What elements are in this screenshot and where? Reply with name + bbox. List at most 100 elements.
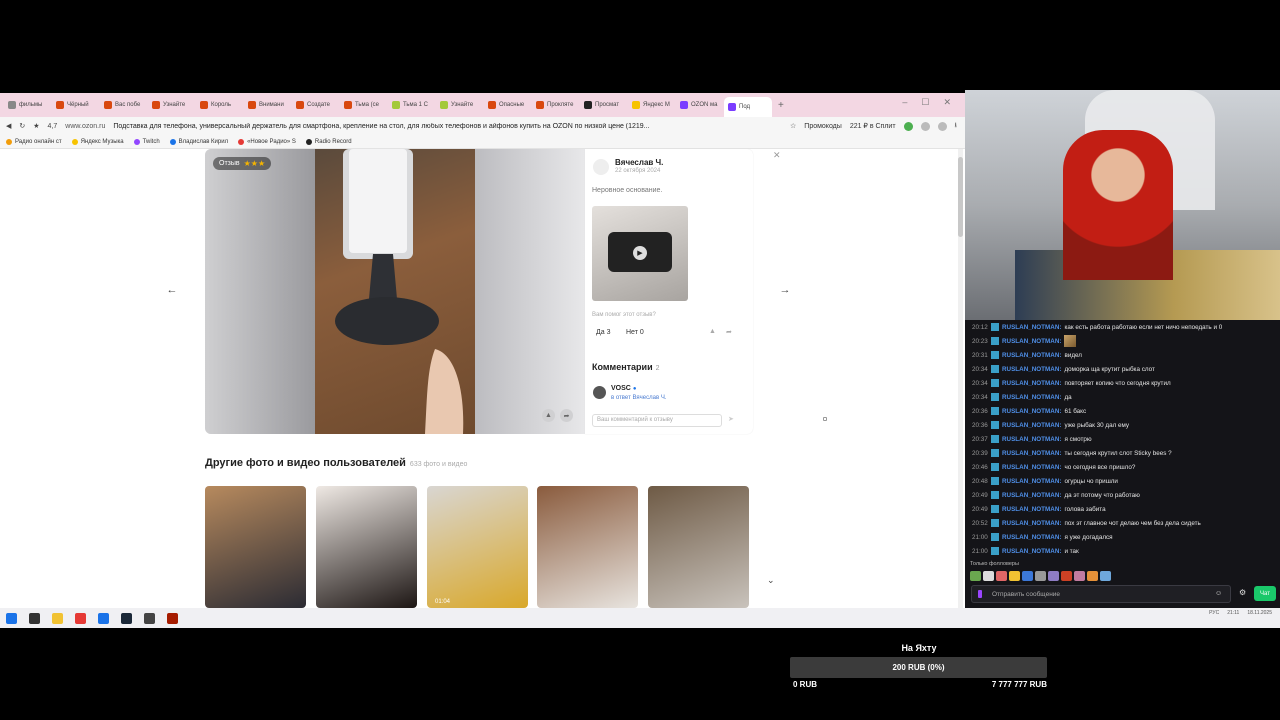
browser-tab[interactable]: Внимани	[244, 96, 292, 114]
browser-tab[interactable]: Создате	[292, 96, 340, 114]
comment-reply-to[interactable]: в ответ Вячеслав Ч.	[611, 395, 667, 401]
emote-icon[interactable]	[996, 571, 1007, 581]
profile-icon[interactable]	[937, 121, 947, 131]
browser-tab[interactable]: Узнайте	[436, 96, 484, 114]
scrollbar-thumb[interactable]	[958, 157, 963, 237]
chat-username[interactable]: RUSLAN_NOTMAN:	[1002, 506, 1061, 513]
gallery-thumbnail[interactable]	[648, 486, 749, 608]
chat-username[interactable]: RUSLAN_NOTMAN:	[1002, 380, 1061, 387]
chat-username[interactable]: RUSLAN_NOTMAN:	[1002, 436, 1061, 443]
thumb-icon[interactable]: ▲	[709, 328, 716, 336]
tray-date[interactable]: 18.11.2025	[1247, 610, 1272, 616]
close-icon[interactable]: ✕	[773, 150, 781, 161]
like-icon[interactable]: ▲	[542, 409, 555, 422]
bookmark-star-icon[interactable]: ☆	[790, 122, 796, 130]
emote-icon[interactable]	[1035, 571, 1046, 581]
chat-username[interactable]: RUSLAN_NOTMAN:	[1002, 492, 1061, 499]
close-window-icon[interactable]: ✕	[943, 97, 951, 108]
chat-username[interactable]: RUSLAN_NOTMAN:	[1002, 478, 1061, 485]
back-icon[interactable]: ◀	[6, 122, 11, 130]
vote-no-button[interactable]: Нет 0	[626, 329, 644, 336]
chat-username[interactable]: RUSLAN_NOTMAN:	[1002, 548, 1061, 555]
promo-button[interactable]: Промокоды	[804, 123, 842, 130]
chat-input[interactable]: Отправить сообщение	[971, 585, 1231, 603]
tray-time[interactable]: 21:11	[1227, 610, 1239, 616]
obs-icon[interactable]	[144, 612, 155, 624]
browser-tab[interactable]: Чёрный	[52, 96, 100, 114]
tray-lang[interactable]: РУС	[1209, 610, 1219, 616]
review-media-viewer[interactable]: Отзыв ★★★ ▲ ➦	[205, 149, 585, 434]
next-arrow-icon[interactable]: →	[775, 280, 795, 300]
folder-icon[interactable]	[52, 612, 63, 624]
emote-icon[interactable]	[970, 571, 981, 581]
browser-tab[interactable]: Узнайте	[148, 96, 196, 114]
chat-username[interactable]: RUSLAN_NOTMAN:	[1002, 324, 1061, 331]
emote-icon[interactable]	[1048, 571, 1059, 581]
review-video-thumbnail[interactable]: ▶	[592, 206, 688, 301]
prev-arrow-icon[interactable]: ←	[162, 280, 182, 300]
browser-tab[interactable]: Опасные	[484, 96, 532, 114]
page-title-text[interactable]: Подставка для телефона, универсальный де…	[113, 123, 782, 130]
gallery-thumbnail[interactable]: 01:04	[427, 486, 528, 608]
scrollbar[interactable]	[958, 149, 963, 608]
emote-icon[interactable]	[1087, 571, 1098, 581]
chat-username[interactable]: RUSLAN_NOTMAN:	[1002, 394, 1061, 401]
share-icon[interactable]: ➦	[560, 409, 573, 422]
play-icon[interactable]: ▶	[633, 246, 647, 260]
browser-icon[interactable]	[98, 612, 109, 624]
share-review-icon[interactable]: ➦	[726, 328, 732, 336]
browser-tab[interactable]: Вас побе	[100, 96, 148, 114]
review-author[interactable]: Вячеслав Ч.	[615, 158, 663, 167]
cashback-button[interactable]: 221 ₽ в Сплит	[850, 122, 896, 130]
chat-username[interactable]: RUSLAN_NOTMAN:	[1002, 464, 1061, 471]
vote-yes-button[interactable]: Да 3	[596, 329, 610, 336]
comment-author[interactable]: VOSC ●	[611, 385, 636, 392]
chat-username[interactable]: RUSLAN_NOTMAN:	[1002, 408, 1061, 415]
gallery-thumbnail[interactable]	[537, 486, 638, 608]
gallery-thumbnail[interactable]	[205, 486, 306, 608]
browser-tab[interactable]: Яндекс М	[628, 96, 676, 114]
url-text[interactable]: www.ozon.ru	[65, 123, 105, 130]
chat-username[interactable]: RUSLAN_NOTMAN:	[1002, 338, 1061, 345]
browser-tab[interactable]: Просмат	[580, 96, 628, 114]
browser-tab[interactable]: Тьма (се	[340, 96, 388, 114]
send-comment-icon[interactable]: ➤	[728, 415, 734, 423]
steam-icon[interactable]	[121, 612, 132, 624]
chat-username[interactable]: RUSLAN_NOTMAN:	[1002, 534, 1061, 541]
browser-tab[interactable]: Тьма 1 С	[388, 96, 436, 114]
bookmark-item[interactable]: Радио онлайн ст	[6, 138, 62, 145]
browser-tab[interactable]: Прокляте	[532, 96, 580, 114]
chat-username[interactable]: RUSLAN_NOTMAN:	[1002, 366, 1061, 373]
browser-tab[interactable]: OZON ма	[676, 96, 724, 114]
chat-username[interactable]: RUSLAN_NOTMAN:	[1002, 422, 1061, 429]
bookmark-item[interactable]: Владислав Кирил	[169, 138, 228, 145]
comment-input[interactable]: Ваш комментарий к отзыву	[592, 414, 722, 427]
browser-tab[interactable]: Король	[196, 96, 244, 114]
emote-icon[interactable]	[1022, 571, 1033, 581]
emoji-icon[interactable]: ☺	[1215, 590, 1222, 597]
yandex-icon[interactable]	[75, 612, 86, 624]
windows-icon[interactable]	[6, 612, 17, 624]
extension-icon[interactable]	[920, 121, 930, 131]
chat-username[interactable]: RUSLAN_NOTMAN:	[1002, 520, 1061, 527]
browser-tab[interactable]: Под	[724, 97, 772, 117]
gallery-thumbnail[interactable]	[316, 486, 417, 608]
gear-icon[interactable]: ⚙	[1239, 588, 1246, 597]
chat-username[interactable]: RUSLAN_NOTMAN:	[1002, 450, 1061, 457]
minimize-icon[interactable]: –	[902, 97, 907, 108]
browser-tab[interactable]: фильмы	[4, 96, 52, 114]
chat-send-button[interactable]: Чат	[1254, 586, 1276, 601]
app-icon[interactable]	[167, 612, 178, 624]
emote-icon[interactable]	[1100, 571, 1111, 581]
emote-icon[interactable]	[1061, 571, 1072, 581]
extension-shield-icon[interactable]	[903, 121, 913, 131]
emote-icon[interactable]	[983, 571, 994, 581]
search-icon[interactable]	[29, 612, 40, 624]
download-icon[interactable]: ⭳	[955, 121, 965, 132]
bookmark-item[interactable]: Twitch	[133, 138, 160, 145]
bits-icon[interactable]	[978, 590, 982, 598]
chat-username[interactable]: RUSLAN_NOTMAN:	[1002, 352, 1061, 359]
bookmark-item[interactable]: Яндекс Музыка	[71, 138, 124, 145]
maximize-icon[interactable]: ☐	[921, 97, 929, 108]
emote-icon[interactable]	[1009, 571, 1020, 581]
